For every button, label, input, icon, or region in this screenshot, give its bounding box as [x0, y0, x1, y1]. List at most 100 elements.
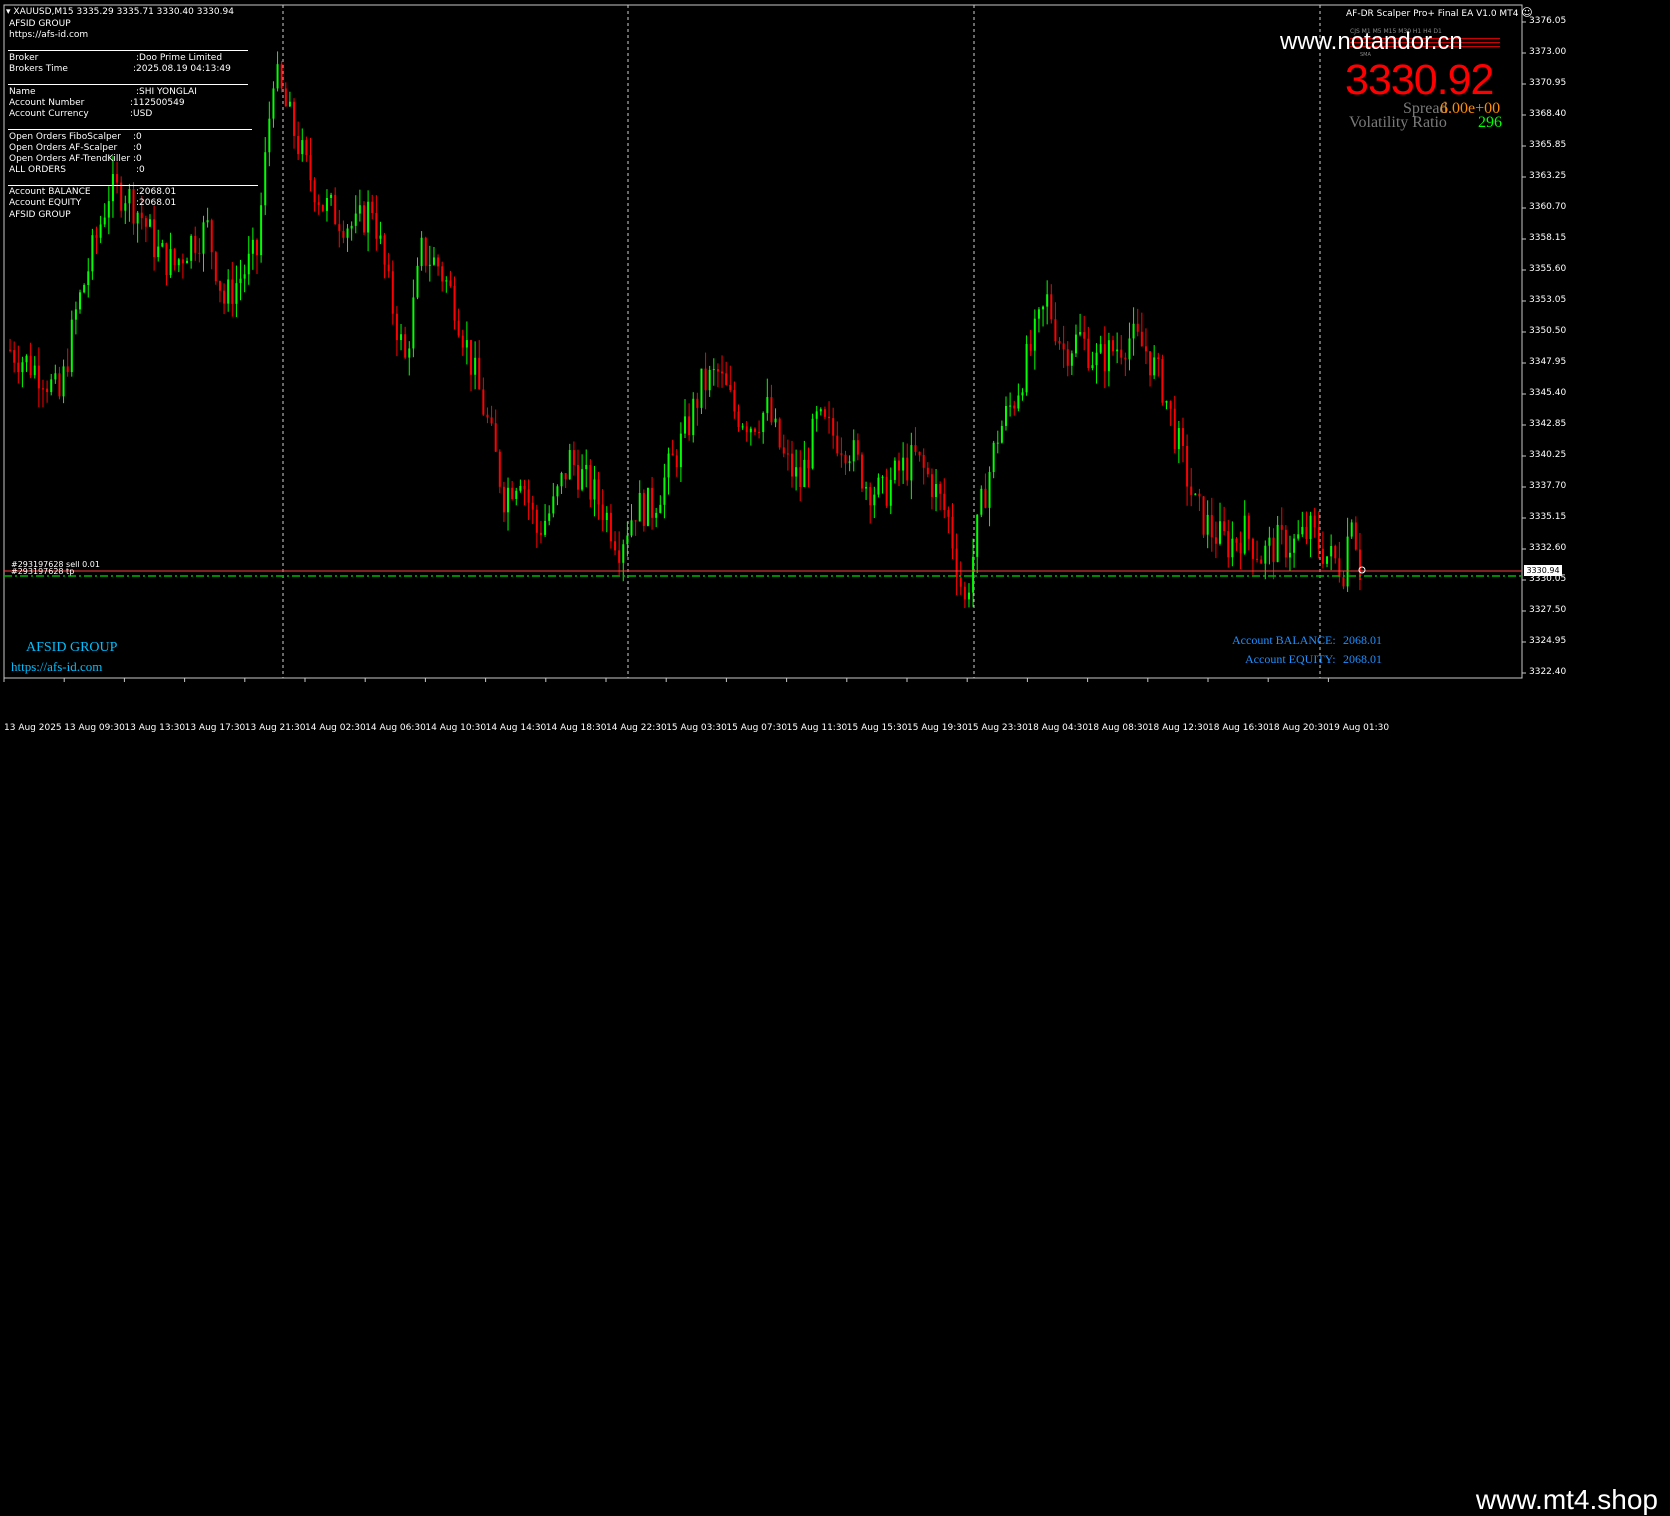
price-tick-label: 3322.40: [1529, 667, 1567, 677]
candle-body: [243, 274, 246, 279]
price-tick-label: 3345.40: [1529, 388, 1567, 398]
time-tick-label: 18 Aug 12:30: [1147, 723, 1209, 733]
candle-body: [988, 472, 991, 508]
candle-body: [1177, 428, 1180, 450]
candle-body: [194, 235, 197, 253]
candle-body: [395, 313, 398, 341]
candle-body: [227, 279, 230, 304]
candle-body: [762, 412, 765, 433]
candle-body: [642, 492, 645, 526]
broker-time-value: :2025.08.19 04:13:49: [133, 64, 231, 74]
time-tick-label: 14 Aug 14:30: [485, 723, 547, 733]
candle-body: [1173, 408, 1176, 450]
chart-window[interactable]: ▾ XAUUSD,M15 3335.29 3335.71 3330.40 333…: [0, 0, 1670, 738]
account-currency-label: Account Currency: [9, 109, 89, 119]
candle-body: [391, 271, 394, 314]
candle-body: [408, 348, 411, 358]
account-equity-value: :2068.01: [136, 198, 177, 208]
candle-body: [626, 535, 629, 545]
price-tick-label: 3363.25: [1529, 171, 1567, 181]
candle-body: [1054, 319, 1057, 341]
candle-body: [1144, 346, 1147, 352]
candle-body: [268, 118, 271, 153]
candle-body: [1354, 522, 1357, 550]
candle-body: [1099, 344, 1102, 353]
equity-label: Account EQUITY:: [1245, 652, 1336, 666]
candle-body: [157, 246, 160, 258]
account-equity-label: Account EQUITY: [9, 198, 82, 208]
open-orders-trendkiller-label: Open Orders AF-TrendKiller: [9, 154, 131, 164]
candle-body: [638, 492, 641, 522]
candle-body: [293, 101, 296, 136]
price-tick-label: 3332.60: [1529, 543, 1567, 553]
candle-body: [1309, 515, 1312, 540]
balance-value: 2068.01: [1343, 633, 1382, 647]
candle-body: [659, 504, 662, 513]
time-tick-label: 18 Aug 08:30: [1087, 723, 1149, 733]
company-name: AFSID GROUP: [9, 19, 71, 29]
price-tick-label: 3353.05: [1529, 295, 1567, 305]
candle-body: [1227, 531, 1230, 558]
candle-body: [778, 418, 781, 448]
candle-body: [350, 225, 353, 229]
candle-body: [963, 586, 966, 600]
candle-body: [535, 509, 538, 533]
candle-body: [564, 473, 567, 480]
candle-body: [461, 335, 464, 348]
time-tick-label: 15 Aug 19:30: [907, 723, 968, 733]
candle-body: [1214, 537, 1217, 544]
candle-body: [247, 253, 250, 275]
volatility-label: Volatility Ratio: [1349, 114, 1447, 131]
candle-body: [959, 577, 962, 587]
group-label: AFSID GROUP: [9, 210, 71, 220]
candle-body: [552, 496, 555, 514]
candle-body: [1103, 344, 1106, 372]
candle-body: [568, 450, 571, 480]
collapse-arrow-icon[interactable]: ▾: [6, 7, 11, 17]
candle-body: [190, 235, 193, 261]
candle-body: [1149, 351, 1152, 376]
candle-body: [50, 379, 53, 393]
candle-body: [465, 340, 468, 348]
divider: [8, 129, 252, 130]
candle-body: [140, 212, 143, 219]
ea-title: AF-DR Scalper Pro+ Final EA V1.0 MT4 ☺: [1346, 7, 1533, 21]
candle-body: [902, 457, 905, 471]
candle-body: [1095, 352, 1098, 366]
candle-body: [218, 281, 221, 291]
candle-body: [519, 485, 522, 491]
candle-body: [305, 140, 308, 156]
candle-body: [733, 390, 736, 412]
candle-body: [280, 64, 283, 89]
candle-body: [836, 435, 839, 454]
candle-body: [17, 362, 20, 373]
candle-body: [1284, 529, 1287, 558]
time-tick-label: 18 Aug 16:30: [1208, 723, 1269, 733]
candle-body: [935, 483, 938, 497]
broker-label: Broker: [9, 53, 39, 63]
time-tick-label: 18 Aug 20:30: [1268, 723, 1329, 733]
candle-body: [330, 194, 333, 199]
candle-body: [317, 202, 320, 205]
candle-body: [29, 355, 32, 376]
candle-body: [1140, 331, 1143, 347]
candle-body: [1346, 536, 1349, 587]
candle-body: [548, 513, 551, 521]
candle-body: [811, 418, 814, 469]
open-orders-afscalper-label: Open Orders AF-Scalper: [9, 143, 118, 153]
time-tick-label: 15 Aug 23:30: [967, 723, 1028, 733]
candle-body: [893, 460, 896, 480]
candle-body: [679, 433, 682, 468]
candle-body: [1116, 349, 1119, 352]
candle-body: [99, 224, 102, 238]
candle-body: [1000, 425, 1003, 443]
candle-body: [972, 556, 975, 593]
candle-body: [589, 464, 592, 500]
candle-body: [235, 283, 238, 304]
name-label: Name: [9, 87, 36, 97]
watermark-text: www.notandor.cn: [1280, 28, 1463, 55]
candle-body: [1280, 524, 1283, 530]
candle-body: [910, 445, 913, 481]
candle-body: [803, 459, 806, 488]
candle-body: [165, 243, 168, 276]
